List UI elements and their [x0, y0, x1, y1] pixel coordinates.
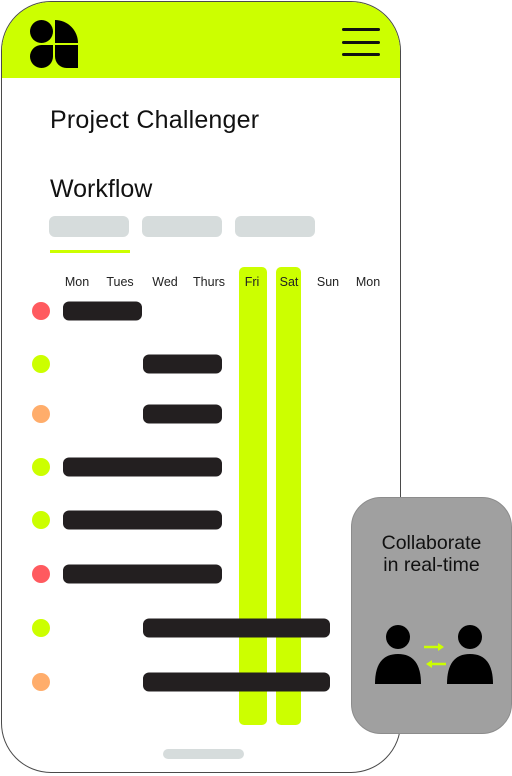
task-status-dot-red — [32, 565, 50, 583]
task-bar[interactable] — [143, 672, 330, 692]
collaborate-callout-card: Collaborate in real-time — [351, 497, 512, 734]
task-bar[interactable] — [63, 510, 222, 530]
collaboration-users-icon — [375, 625, 493, 684]
task-status-dot-lime — [32, 511, 50, 529]
callout-line-2: in real-time — [383, 554, 480, 576]
task-status-dot-lime — [32, 458, 50, 476]
menu-line — [342, 53, 380, 56]
menu-line — [342, 41, 380, 44]
tab-1[interactable] — [49, 216, 129, 237]
day-label-sat: Sat — [279, 275, 299, 289]
user-head-icon — [458, 625, 482, 649]
home-indicator[interactable] — [163, 749, 244, 759]
active-tab-indicator — [50, 250, 130, 253]
task-status-dot-lime — [32, 619, 50, 637]
user-body-icon — [447, 654, 493, 684]
day-label-mon: Mon — [355, 275, 381, 289]
task-status-dot-orange — [32, 405, 50, 423]
day-label-sun: Sun — [316, 275, 340, 289]
task-status-dot-orange — [32, 673, 50, 691]
app-header — [2, 2, 400, 78]
task-bar[interactable] — [143, 404, 222, 424]
project-title: Project Challenger — [50, 106, 260, 134]
task-status-dot-red — [32, 302, 50, 320]
day-label-thurs: Thurs — [193, 275, 225, 289]
brand-logo-icon[interactable] — [30, 20, 78, 68]
task-status-dot-lime — [32, 355, 50, 373]
user-body-icon — [375, 654, 421, 684]
menu-line — [342, 28, 380, 31]
task-bar[interactable] — [63, 457, 222, 477]
exchange-arrows-icon — [424, 643, 446, 668]
day-label-tues: Tues — [106, 275, 134, 289]
callout-line-1: Collaborate — [381, 532, 482, 554]
user-head-icon — [386, 625, 410, 649]
friday-highlight-column — [239, 267, 267, 725]
tab-2[interactable] — [142, 216, 222, 237]
task-bar[interactable] — [63, 301, 142, 321]
saturday-highlight-column — [276, 267, 301, 725]
day-label-fri: Fri — [244, 275, 260, 289]
task-bar[interactable] — [143, 354, 222, 374]
task-bar[interactable] — [63, 564, 222, 584]
day-label-wed: Wed — [152, 275, 178, 289]
tab-3[interactable] — [235, 216, 315, 237]
section-title: Workflow — [50, 175, 153, 203]
phone-frame: Project Challenger Workflow Mon Tues Wed Th… — [1, 1, 401, 773]
task-bar[interactable] — [143, 618, 330, 638]
hamburger-menu-icon[interactable] — [340, 26, 382, 60]
day-label-mon: Mon — [64, 275, 90, 289]
callout-text: Collaborate in real-time — [352, 532, 511, 576]
